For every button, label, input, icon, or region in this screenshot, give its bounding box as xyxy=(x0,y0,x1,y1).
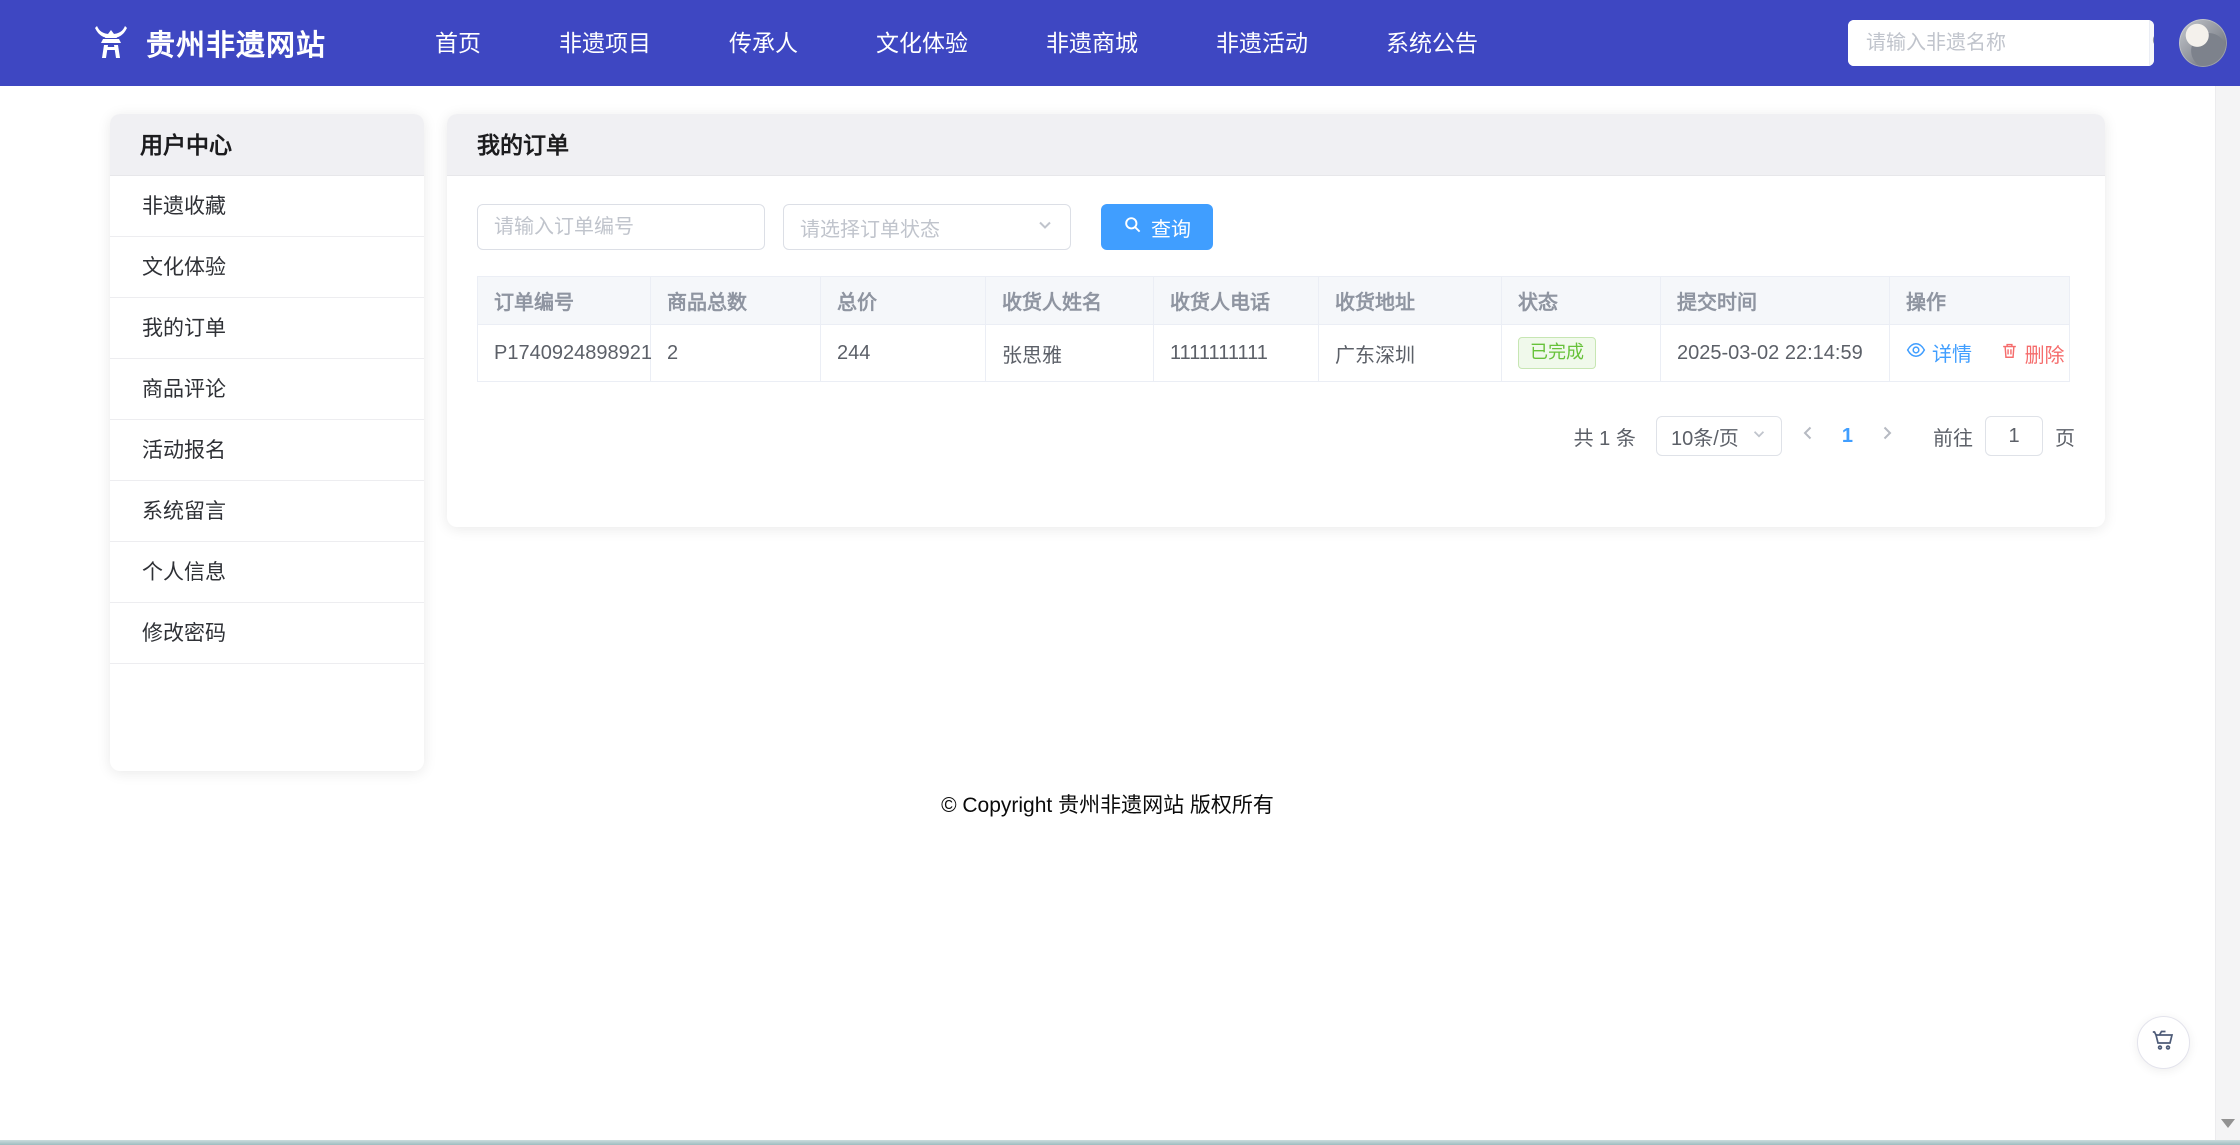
cell-receiver-name: 张思雅 xyxy=(985,324,1154,382)
pagination: 共 1 条 10条/页 1 前往 1 页 xyxy=(477,416,2075,456)
user-avatar[interactable] xyxy=(2179,19,2227,67)
sidebar-list: 非遗收藏 文化体验 我的订单 商品评论 活动报名 系统留言 个人信息 修改密码 xyxy=(110,176,424,664)
nav-item-announcements[interactable]: 系统公告 xyxy=(1347,0,1517,86)
vertical-scrollbar[interactable] xyxy=(2215,86,2240,1140)
col-order-no: 订单编号 xyxy=(477,276,651,325)
sidebar-item-my-orders[interactable]: 我的订单 xyxy=(110,298,424,359)
chevron-right-icon xyxy=(1878,424,1896,448)
order-no-input[interactable] xyxy=(477,204,765,250)
chevron-left-icon xyxy=(1799,424,1817,448)
nav-item-heritage-projects[interactable]: 非遗项目 xyxy=(520,0,690,86)
cell-receiver-phone: 1111111111 xyxy=(1153,324,1319,382)
trash-icon xyxy=(2000,341,2019,366)
col-operations: 操作 xyxy=(1889,276,2070,325)
nav-item-heritage-activities[interactable]: 非遗活动 xyxy=(1177,0,1347,86)
detail-link[interactable]: 详情 xyxy=(1906,338,1972,367)
cell-operations: 详情 删除 xyxy=(1889,324,2070,382)
cell-status: 已完成 xyxy=(1501,324,1661,382)
cell-quantity: 2 xyxy=(650,324,821,382)
delete-link-label: 删除 xyxy=(2024,344,2065,367)
bottom-scrollbar[interactable] xyxy=(0,1140,2240,1145)
sidebar-item-system-messages[interactable]: 系统留言 xyxy=(110,481,424,542)
delete-link[interactable]: 删除 xyxy=(2000,339,2065,368)
page-size-label: 10条/页 xyxy=(1670,427,1739,450)
order-status-placeholder: 请选择订单状态 xyxy=(800,218,940,241)
cart-fab-button[interactable] xyxy=(2137,1016,2190,1069)
orders-card: 我的订单 请选择订单状态 查询 xyxy=(447,114,2105,527)
user-center-title: 用户中心 xyxy=(110,114,424,176)
sidebar-item-personal-info[interactable]: 个人信息 xyxy=(110,542,424,603)
table-row: P1740924898921 2 244 张思雅 1111111111 广东深圳… xyxy=(477,324,2070,382)
sidebar-item-change-password[interactable]: 修改密码 xyxy=(110,603,424,664)
nav-search-input[interactable] xyxy=(1848,20,2149,66)
page-number-1[interactable]: 1 xyxy=(1834,425,1861,448)
cell-total-price: 244 xyxy=(820,324,986,382)
nav-menu: 首页 非遗项目 传承人 文化体验 非遗商城 非遗活动 系统公告 xyxy=(396,0,1517,86)
nav-item-cultural-experience[interactable]: 文化体验 xyxy=(837,0,1007,86)
order-status-select[interactable]: 请选择订单状态 xyxy=(783,204,1071,250)
cell-address: 广东深圳 xyxy=(1318,324,1502,382)
scroll-down-arrow-icon[interactable] xyxy=(2221,1119,2235,1128)
goto-page-input[interactable] xyxy=(1985,416,2043,456)
sidebar-item-cultural-experience[interactable]: 文化体验 xyxy=(110,237,424,298)
col-status: 状态 xyxy=(1501,276,1661,325)
col-total-price: 总价 xyxy=(820,276,986,325)
col-submit-time: 提交时间 xyxy=(1660,276,1890,325)
cell-submit-time: 2025-03-02 22:14:59 xyxy=(1660,324,1890,382)
prev-page-button[interactable] xyxy=(1782,424,1834,448)
sidebar-item-heritage-favorites[interactable]: 非遗收藏 xyxy=(110,176,424,237)
goto-label: 前往 xyxy=(1933,427,1973,450)
goto-suffix-label: 页 xyxy=(2055,427,2075,450)
sidebar-item-product-comments[interactable]: 商品评论 xyxy=(110,359,424,420)
cell-order-no: P1740924898921 xyxy=(477,324,652,382)
orders-title: 我的订单 xyxy=(447,114,2105,176)
pagination-total: 共 1 条 xyxy=(1573,427,1636,450)
orders-body: 请选择订单状态 查询 xyxy=(447,176,2105,456)
col-receiver-phone: 收货人电话 xyxy=(1153,276,1319,325)
brand[interactable]: 贵州非遗网站 xyxy=(90,20,326,67)
eye-icon xyxy=(1906,340,1926,366)
sidebar-item-activity-registration[interactable]: 活动报名 xyxy=(110,420,424,481)
footer-copyright: © Copyright 贵州非遗网站 版权所有 xyxy=(941,794,1274,817)
nav-item-home[interactable]: 首页 xyxy=(396,0,520,86)
filter-row: 请选择订单状态 查询 xyxy=(477,204,2075,250)
chevron-down-icon xyxy=(1036,216,1054,239)
col-receiver-name: 收货人姓名 xyxy=(985,276,1154,325)
chevron-down-icon xyxy=(1751,425,1767,448)
page: 贵州非遗网站 首页 非遗项目 传承人 文化体验 非遗商城 非遗活动 系统公告 用 xyxy=(0,0,2240,1145)
detail-link-label: 详情 xyxy=(1932,344,1972,367)
search-icon xyxy=(1123,215,1142,240)
nav-search xyxy=(1848,20,2154,66)
col-quantity: 商品总数 xyxy=(650,276,821,325)
page-size-select[interactable]: 10条/页 xyxy=(1655,416,1782,456)
navbar: 贵州非遗网站 首页 非遗项目 传承人 文化体验 非遗商城 非遗活动 系统公告 xyxy=(0,0,2240,86)
status-badge: 已完成 xyxy=(1518,337,1596,369)
query-button[interactable]: 查询 xyxy=(1101,204,1213,250)
col-address: 收货地址 xyxy=(1318,276,1502,325)
nav-item-inheritors[interactable]: 传承人 xyxy=(690,0,837,86)
pagination-goto: 前往 页 xyxy=(1933,416,2075,456)
query-button-label: 查询 xyxy=(1151,218,1191,241)
next-page-button[interactable] xyxy=(1861,424,1913,448)
user-center-card: 用户中心 非遗收藏 文化体验 我的订单 商品评论 活动报名 系统留言 个人信息 … xyxy=(110,114,424,771)
nav-search-button[interactable] xyxy=(2149,20,2154,66)
orders-table: 订单编号 商品总数 总价 收货人姓名 收货人电话 收货地址 状态 提交时间 操作… xyxy=(477,276,2070,382)
brand-logo-icon xyxy=(90,20,132,67)
table-header-row: 订单编号 商品总数 总价 收货人姓名 收货人电话 收货地址 状态 提交时间 操作 xyxy=(477,276,2070,325)
cart-icon xyxy=(2151,1027,2177,1058)
brand-title: 贵州非遗网站 xyxy=(146,30,327,62)
search-icon xyxy=(2150,30,2154,56)
nav-item-heritage-mall[interactable]: 非遗商城 xyxy=(1007,0,1177,86)
